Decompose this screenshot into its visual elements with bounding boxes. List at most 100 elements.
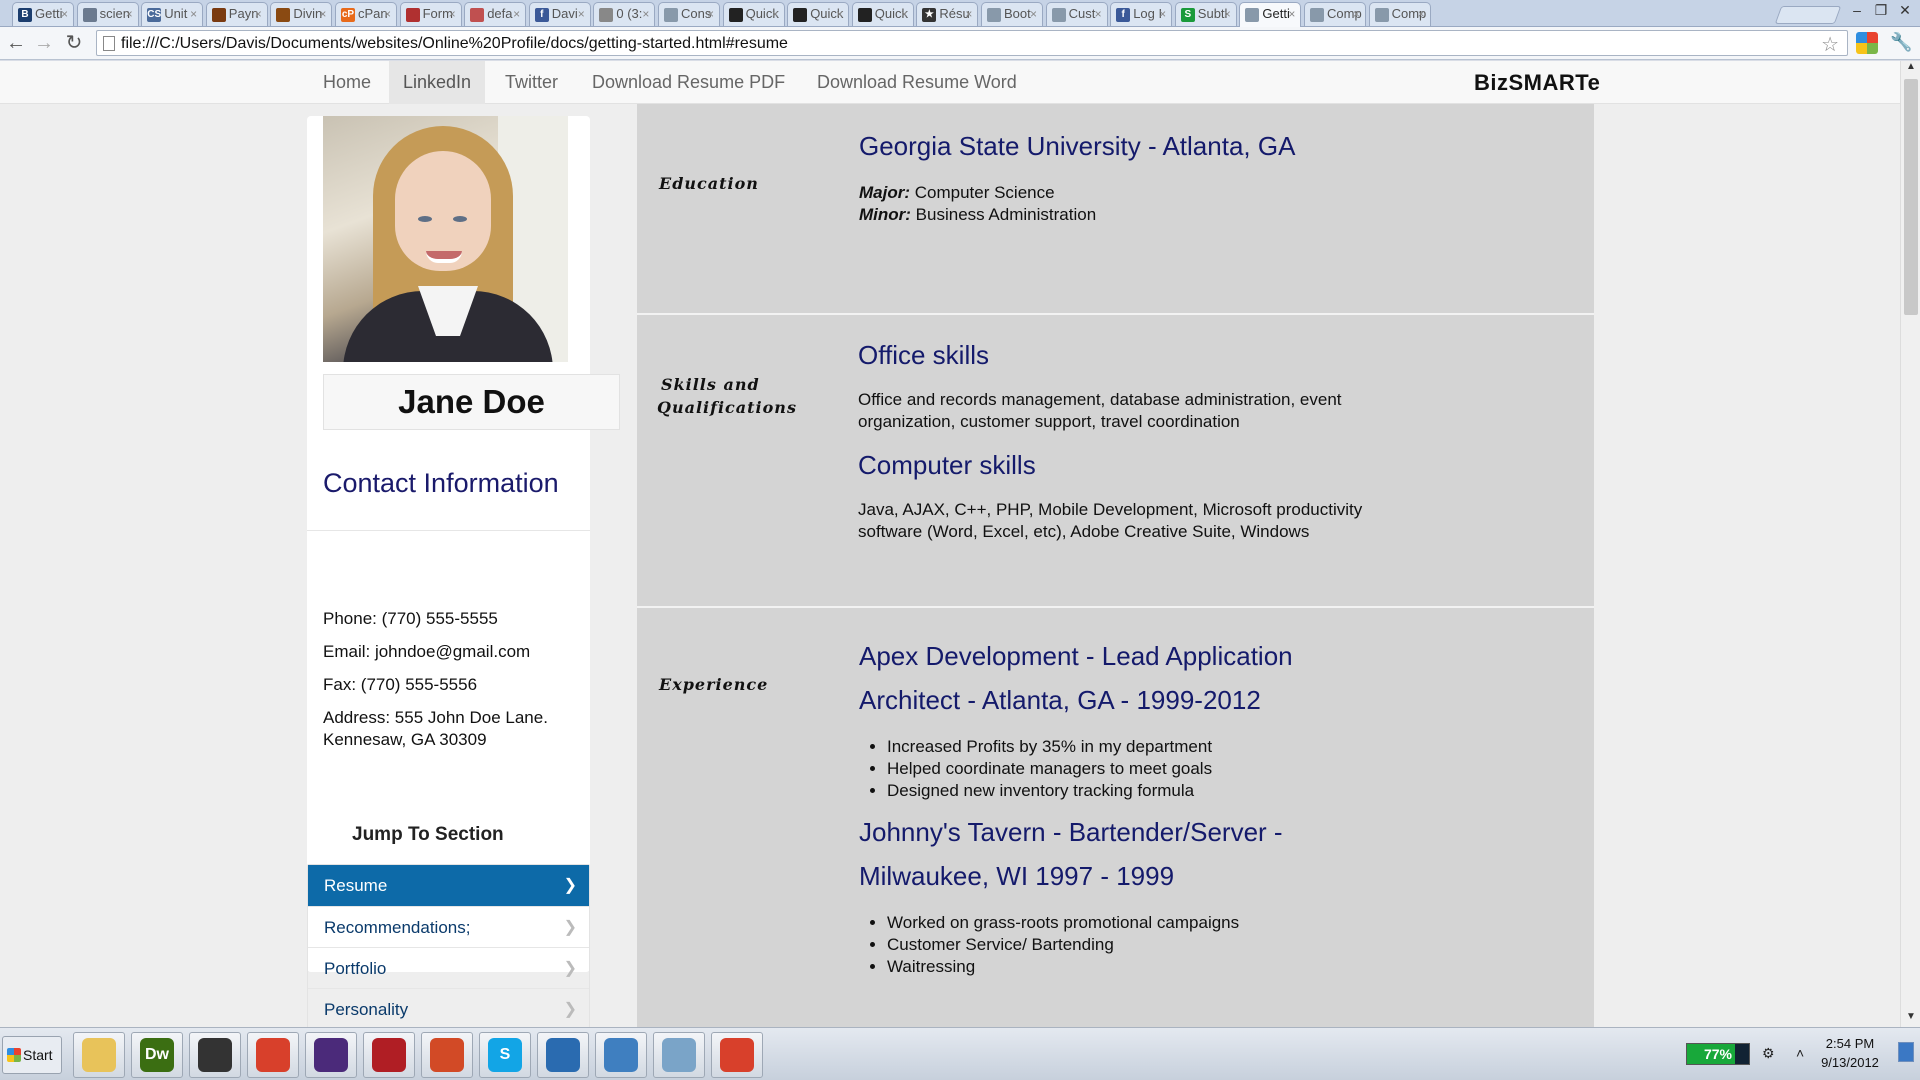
browser-tab[interactable]: B Getti × bbox=[12, 2, 74, 26]
battery-indicator[interactable]: 77% bbox=[1686, 1043, 1750, 1065]
section-nav-resume[interactable]: Resume ❯ bbox=[308, 865, 589, 906]
page-scrollbar[interactable]: ▲ ▼ bbox=[1900, 61, 1920, 1027]
close-tab-icon[interactable]: × bbox=[965, 3, 972, 25]
system-clock[interactable]: 2:54 PM 9/13/2012 bbox=[1815, 1034, 1885, 1072]
close-tab-icon[interactable]: × bbox=[1224, 3, 1231, 25]
taskbar-app-button[interactable] bbox=[73, 1032, 125, 1078]
browser-tab[interactable]: S Subtl × bbox=[1174, 2, 1237, 26]
browser-tab[interactable]: Payn × bbox=[205, 2, 268, 26]
browser-tab[interactable]: Getti × bbox=[1239, 2, 1302, 27]
contact-address-line1: Address: 555 John Doe Lane. bbox=[323, 708, 548, 727]
browser-tab[interactable]: Quick × bbox=[787, 2, 850, 26]
browser-tab[interactable]: Comp × bbox=[1368, 2, 1431, 26]
close-tab-icon[interactable]: × bbox=[642, 3, 649, 25]
back-arrow-icon[interactable]: ← bbox=[4, 31, 28, 55]
taskbar-app-button[interactable] bbox=[305, 1032, 357, 1078]
nav-twitter-link[interactable]: Twitter bbox=[491, 61, 572, 104]
taskbar-app-button[interactable]: Dw bbox=[131, 1032, 183, 1078]
close-tab-icon[interactable]: × bbox=[772, 3, 779, 25]
browser-tab[interactable]: Boot × bbox=[981, 2, 1043, 26]
taskbar-app-button[interactable]: S bbox=[479, 1032, 531, 1078]
url-text[interactable]: file:///C:/Users/Davis/Documents/website… bbox=[121, 35, 788, 53]
cpanel-icon: cP bbox=[341, 8, 355, 22]
forward-arrow-icon[interactable]: → bbox=[32, 31, 56, 55]
browser-tab[interactable]: scien × bbox=[76, 2, 139, 26]
close-tab-icon[interactable]: × bbox=[1095, 3, 1102, 25]
section-nav-recommendations[interactable]: Recommendations; ❯ bbox=[308, 906, 589, 947]
brand-logo-text[interactable]: BizSMARTe bbox=[1474, 61, 1600, 104]
education-section: Education Georgia State University - Atl… bbox=[637, 104, 1594, 315]
browser-toolbar: ← → ↻ file:///C:/Users/Davis/Documents/w… bbox=[0, 27, 1920, 60]
restore-icon[interactable]: ❐ bbox=[1872, 2, 1890, 19]
close-tab-icon[interactable]: × bbox=[384, 3, 391, 25]
browser-tab[interactable]: cP cPan × bbox=[335, 2, 397, 26]
nav-download-pdf-link[interactable]: Download Resume PDF bbox=[578, 61, 799, 104]
browser-tab[interactable]: f Davi × bbox=[528, 2, 591, 26]
taskbar-app-button[interactable] bbox=[247, 1032, 299, 1078]
scroll-up-arrow-icon[interactable]: ▲ bbox=[1901, 61, 1920, 77]
close-tab-icon[interactable]: × bbox=[126, 3, 133, 25]
browser-tab[interactable]: Divin × bbox=[270, 2, 333, 26]
reload-icon[interactable]: ↻ bbox=[62, 31, 86, 55]
start-button[interactable]: Start bbox=[2, 1036, 62, 1074]
close-window-icon[interactable]: ✕ bbox=[1896, 2, 1914, 19]
wrench-icon[interactable]: 🔧 bbox=[1890, 32, 1912, 54]
nav-download-word-link[interactable]: Download Resume Word bbox=[803, 61, 1031, 104]
section-nav-portfolio[interactable]: Portfolio ❯ bbox=[308, 947, 589, 988]
close-tab-icon[interactable]: × bbox=[449, 3, 456, 25]
close-tab-icon[interactable]: × bbox=[836, 3, 843, 25]
taskbar-app-button[interactable] bbox=[537, 1032, 589, 1078]
browser-tab[interactable]: defa × bbox=[464, 2, 527, 26]
close-tab-icon[interactable]: × bbox=[513, 3, 520, 25]
browser-tab[interactable]: Cons × bbox=[658, 2, 720, 26]
close-tab-icon[interactable]: × bbox=[319, 3, 326, 25]
nav-home-link[interactable]: Home bbox=[309, 61, 385, 104]
section-nav-personality[interactable]: Personality ❯ bbox=[308, 988, 589, 1027]
taskbar-app-button[interactable] bbox=[711, 1032, 763, 1078]
close-tab-icon[interactable]: × bbox=[1353, 3, 1360, 25]
browser-tab[interactable]: CS Unit × bbox=[141, 2, 204, 26]
browser-tab[interactable]: Quick × bbox=[851, 2, 914, 26]
browser-tab[interactable]: Quick × bbox=[722, 2, 785, 26]
extension-icon[interactable] bbox=[1856, 32, 1878, 54]
tray-expand-icon[interactable]: ˄ bbox=[1796, 1045, 1804, 1061]
close-tab-icon[interactable]: × bbox=[190, 3, 197, 25]
minor-value: Business Administration bbox=[915, 205, 1097, 224]
browser-tab[interactable]: Comp × bbox=[1304, 2, 1366, 26]
job2-bullet: Worked on grass-roots promotional campai… bbox=[887, 912, 1239, 934]
section-label-skills: Skills and Qualifications bbox=[657, 373, 797, 419]
new-tab-button[interactable] bbox=[1774, 6, 1842, 24]
taskbar-app-button[interactable] bbox=[421, 1032, 473, 1078]
chrome-icon bbox=[720, 1038, 754, 1072]
browser-tab[interactable]: Cust × bbox=[1045, 2, 1108, 26]
browser-tab[interactable]: ★ Résu × bbox=[916, 2, 979, 26]
contact-address-line2: Kennesaw, GA 30309 bbox=[323, 730, 487, 749]
scroll-thumb[interactable] bbox=[1904, 79, 1918, 315]
scroll-down-arrow-icon[interactable]: ▼ bbox=[1901, 1011, 1920, 1027]
computer-skills-line2: software (Word, Excel, etc), Adobe Creat… bbox=[858, 522, 1310, 541]
close-tab-icon[interactable]: × bbox=[1418, 3, 1425, 25]
minimize-icon[interactable]: – bbox=[1848, 2, 1866, 18]
nav-linkedin-link[interactable]: LinkedIn bbox=[389, 61, 486, 104]
close-tab-icon[interactable]: × bbox=[61, 3, 68, 25]
contact-email: Email: johndoe@gmail.com bbox=[323, 642, 531, 661]
close-tab-icon[interactable]: × bbox=[901, 3, 908, 25]
browser-tab[interactable]: f Log I × bbox=[1110, 2, 1173, 26]
taskbar-app-button[interactable] bbox=[189, 1032, 241, 1078]
address-bar[interactable]: file:///C:/Users/Davis/Documents/website… bbox=[96, 30, 1848, 56]
close-tab-icon[interactable]: × bbox=[707, 3, 714, 25]
taskbar-app-button[interactable] bbox=[595, 1032, 647, 1078]
show-desktop-button[interactable] bbox=[1898, 1042, 1914, 1062]
browser-tab[interactable]: 0 (3: × bbox=[593, 2, 656, 26]
remote-desktop-icon bbox=[604, 1038, 638, 1072]
taskbar-app-button[interactable] bbox=[363, 1032, 415, 1078]
close-tab-icon[interactable]: × bbox=[1159, 3, 1166, 25]
power-plug-icon[interactable]: ⚙ bbox=[1762, 1045, 1775, 1062]
close-tab-icon[interactable]: × bbox=[1030, 3, 1037, 25]
taskbar-app-button[interactable] bbox=[653, 1032, 705, 1078]
close-tab-icon[interactable]: × bbox=[255, 3, 262, 25]
browser-tab[interactable]: Form × bbox=[399, 2, 462, 26]
bookmark-star-icon[interactable]: ☆ bbox=[1821, 32, 1839, 57]
close-tab-icon[interactable]: × bbox=[1288, 3, 1295, 25]
close-tab-icon[interactable]: × bbox=[578, 3, 585, 25]
